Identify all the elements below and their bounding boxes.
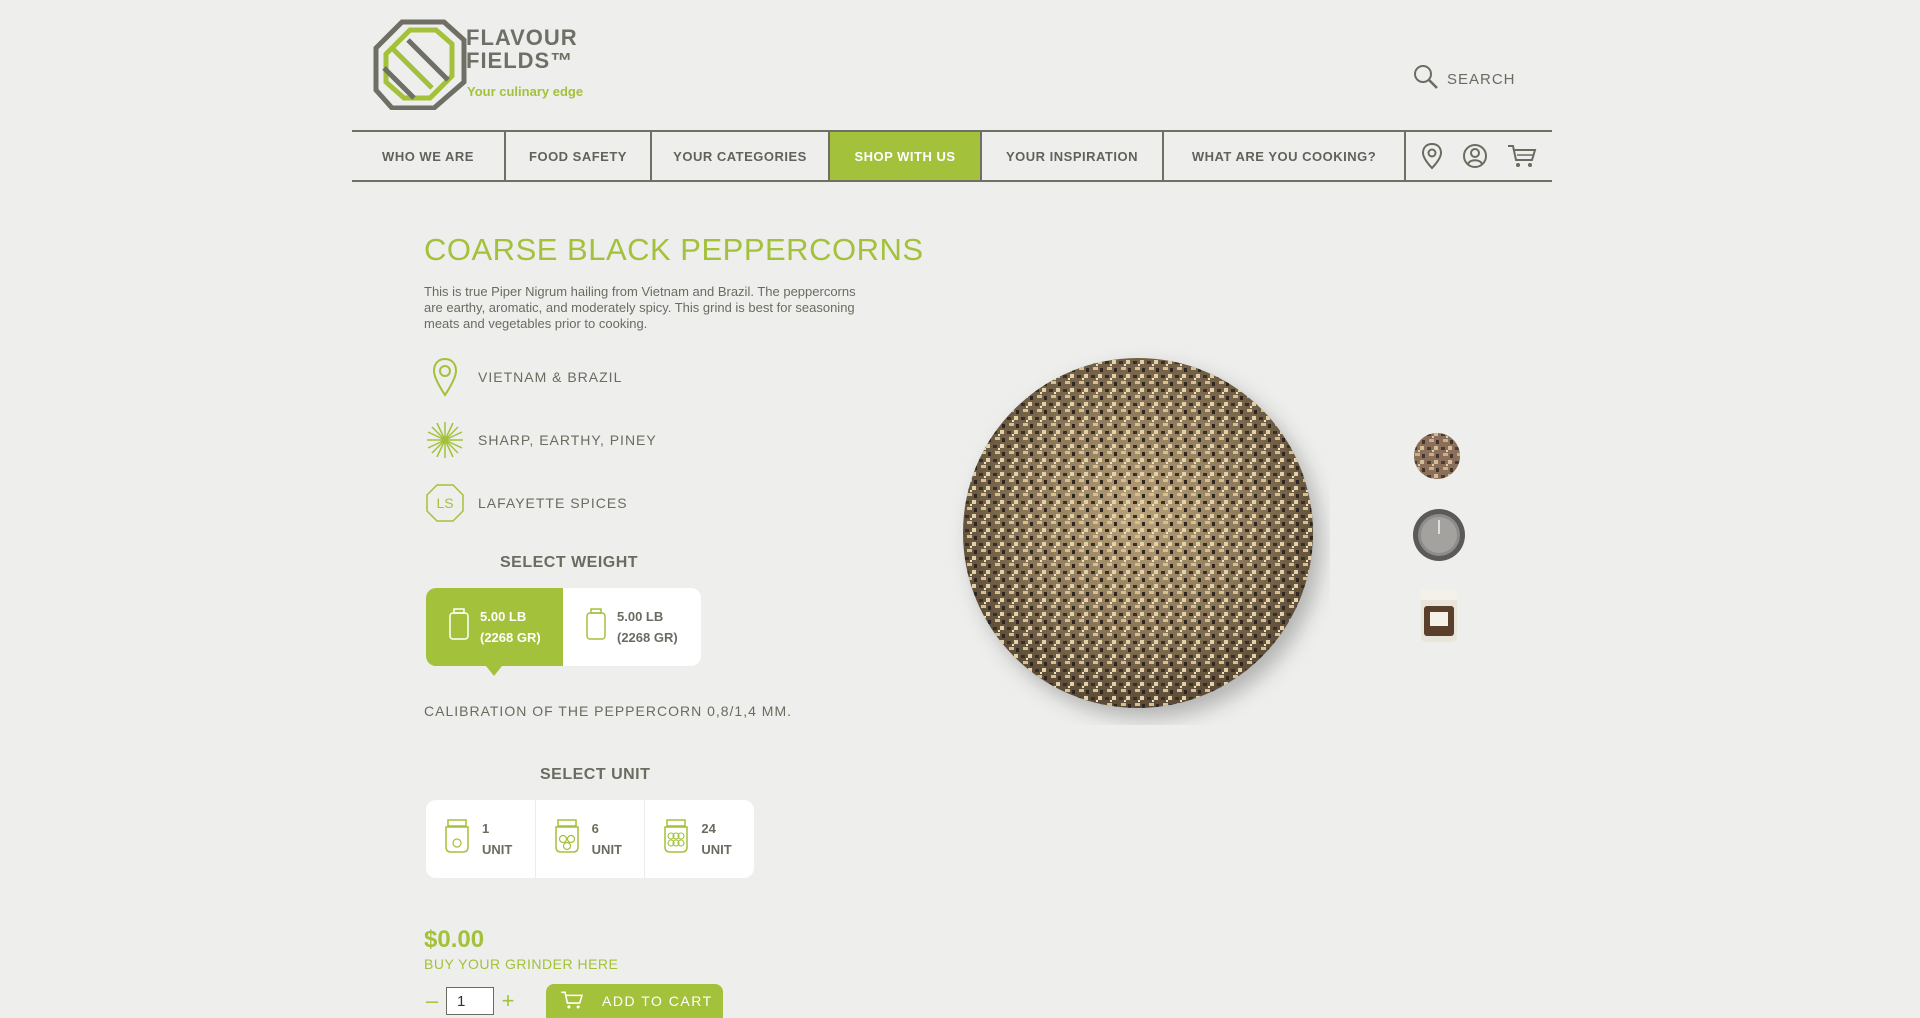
unit-option-1[interactable]: 1 UNIT [426, 800, 536, 878]
quantity-decrease-button[interactable]: – [424, 988, 440, 1014]
brand-name-line1: FLAVOUR [466, 25, 578, 50]
weight-option-1-gr: (2268 GR) [480, 630, 541, 645]
jar-icon [585, 608, 607, 646]
single-jar-icon [442, 819, 472, 859]
thumbnail-ground-pepper[interactable] [1412, 431, 1462, 481]
shopping-cart-icon [560, 990, 584, 1013]
nav-your-categories[interactable]: YOUR CATEGORIES [652, 132, 830, 180]
weight-selector: 5.00 LB (2268 GR) 5.00 LB (2268 GR) [426, 588, 701, 676]
main-nav: WHO WE ARE FOOD SAFETY YOUR CATEGORIES S… [352, 130, 1552, 182]
unit-option-6-label: UNIT [591, 842, 623, 857]
grinder-link[interactable]: BUY YOUR GRINDER HERE [424, 956, 618, 972]
multi-jar-icon [552, 819, 582, 859]
unit-option-6-text: 6 UNIT [592, 818, 622, 860]
unit-option-24-count: 24 [701, 821, 716, 836]
unit-option-24[interactable]: 24 UNIT [645, 800, 754, 878]
thumbnail-tin-lid[interactable] [1412, 508, 1466, 562]
nav-icon-group [1406, 132, 1552, 180]
user-account-icon[interactable] [1462, 143, 1488, 169]
add-to-cart-label: ADD TO CART [602, 993, 713, 1009]
product-brand: LS LAFAYETTE SPICES [424, 482, 628, 524]
brand-name: FLAVOUR FIELDS™ [466, 26, 578, 72]
starburst-icon [424, 419, 466, 461]
nav-your-inspiration[interactable]: YOUR INSPIRATION [982, 132, 1164, 180]
weight-option-2-lb: 5.00 LB [617, 609, 664, 624]
unit-option-24-label: UNIT [701, 842, 732, 857]
multi-jar-icon [661, 819, 691, 859]
weight-option-2[interactable]: 5.00 LB (2268 GR) [563, 588, 700, 666]
unit-selector: 1 UNIT 6 UNIT 24 UNIT [426, 800, 754, 878]
unit-option-6-count: 6 [591, 821, 599, 836]
unit-option-24-text: 24 UNIT [701, 818, 731, 860]
shopping-cart-icon[interactable] [1507, 143, 1537, 169]
product-origin: VIETNAM & BRAZIL [424, 356, 622, 398]
jar-icon [448, 608, 470, 646]
weight-option-2-gr: (2268 GR) [617, 630, 678, 645]
product-flavor: SHARP, EARTHY, PINEY [424, 419, 657, 461]
magnifier-icon [1413, 64, 1439, 94]
quantity-increase-button[interactable]: + [500, 988, 516, 1014]
location-pin-icon[interactable] [1421, 142, 1443, 170]
unit-option-1-count: 1 [482, 821, 490, 836]
product-main-image [963, 358, 1313, 708]
unit-option-6[interactable]: 6 UNIT [536, 800, 646, 878]
location-pin-icon [424, 356, 466, 398]
weight-option-1[interactable]: 5.00 LB (2268 GR) [426, 588, 563, 676]
select-unit-heading: SELECT UNIT [540, 766, 651, 783]
nav-food-safety[interactable]: FOOD SAFETY [506, 132, 652, 180]
weight-option-1-text: 5.00 LB (2268 GR) [480, 606, 541, 648]
thumbnail-jar[interactable] [1416, 588, 1462, 644]
unit-option-1-label: UNIT [482, 842, 513, 857]
brand-label: LAFAYETTE SPICES [478, 495, 628, 511]
search-button[interactable]: SEARCH [1413, 64, 1516, 94]
unit-option-1-text: 1 UNIT [482, 818, 512, 860]
product-price: $0.00 [424, 926, 485, 953]
flavor-label: SHARP, EARTHY, PINEY [478, 432, 657, 448]
weight-option-1-lb: 5.00 LB [480, 609, 527, 624]
search-label: SEARCH [1447, 70, 1516, 88]
origin-label: VIETNAM & BRAZIL [478, 369, 623, 385]
product-description: This is true Piper Nigrum hailing from V… [424, 284, 856, 331]
brand-badge-text: LS [436, 495, 454, 511]
brand-tagline: Your culinary edge [467, 84, 584, 99]
product-title: COARSE BLACK PEPPERCORNS [424, 232, 924, 267]
calibration-text: CALIBRATION OF THE PEPPERCORN 0,8/1,4 MM… [424, 703, 792, 719]
quantity-input[interactable] [446, 987, 494, 1015]
select-weight-heading: SELECT WEIGHT [500, 554, 639, 571]
brand-name-line2: FIELDS™ [466, 48, 574, 73]
nav-shop-with-us[interactable]: SHOP WITH US [830, 132, 982, 180]
brand-badge-icon: LS [424, 482, 466, 524]
nav-what-are-you-cooking[interactable]: WHAT ARE YOU COOKING? [1164, 132, 1406, 180]
weight-option-2-text: 5.00 LB (2268 GR) [617, 606, 678, 648]
nav-who-we-are[interactable]: WHO WE ARE [352, 132, 506, 180]
